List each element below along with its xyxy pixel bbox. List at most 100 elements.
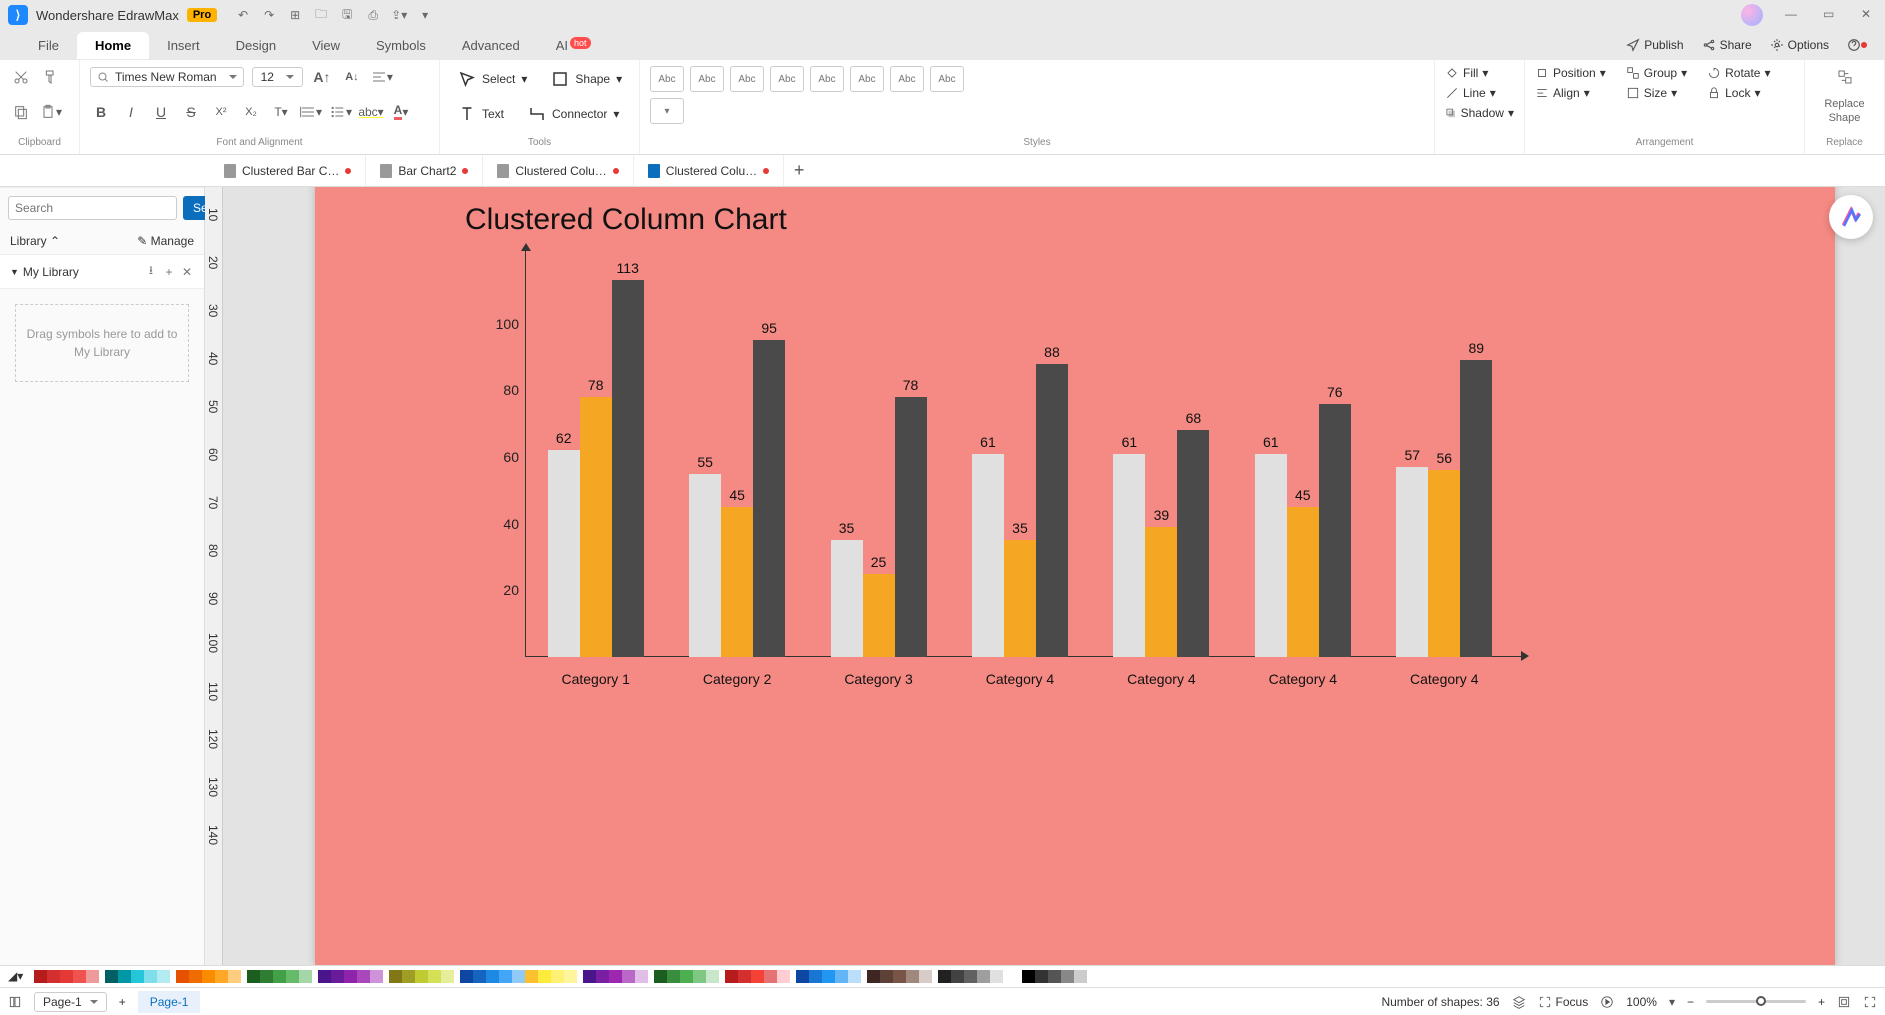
qat-more-icon[interactable]: ▾ [417,7,433,23]
color-swatch[interactable] [835,970,848,983]
line-button[interactable]: Line▾ [1445,86,1514,100]
bar[interactable]: 61 [1255,454,1287,657]
save-icon[interactable]: 🖫 [339,7,355,23]
pages-panel-icon[interactable] [8,995,22,1009]
color-swatch[interactable] [215,970,228,983]
color-swatch[interactable] [906,970,919,983]
zoom-out-icon[interactable]: − [1687,995,1694,1009]
open-icon[interactable]: 🗀 [313,7,329,23]
bar[interactable]: 25 [863,574,895,657]
bar[interactable]: 62 [548,450,580,657]
export-icon[interactable]: ⇪▾ [391,7,407,23]
color-swatch[interactable] [344,970,357,983]
font-size-select[interactable]: 12 [252,67,303,87]
bar[interactable]: 61 [1113,454,1145,657]
bar[interactable]: 95 [753,340,785,657]
color-swatch[interactable] [118,970,131,983]
color-swatch[interactable] [1061,970,1074,983]
mylib-add-icon[interactable]: + [162,265,176,279]
color-swatch[interactable] [189,970,202,983]
color-swatch[interactable] [286,970,299,983]
line-spacing-icon[interactable]: ▾ [300,101,322,123]
styles-gallery[interactable]: AbcAbcAbcAbcAbcAbcAbcAbc▾ [650,66,980,124]
style-preset[interactable]: Abc [730,66,764,92]
italic-icon[interactable]: I [120,101,142,123]
color-swatch[interactable] [247,970,260,983]
color-swatch[interactable] [706,970,719,983]
bar[interactable]: 88 [1036,364,1068,657]
color-swatch[interactable] [415,970,428,983]
color-swatch[interactable] [751,970,764,983]
align-button[interactable]: Align▾ [1535,86,1606,100]
symbol-search-input[interactable] [8,196,177,220]
font-color-icon[interactable]: A▾ [390,101,412,123]
replace-shape-label[interactable]: Replace Shape [1815,98,1874,124]
rotate-button[interactable]: Rotate▾ [1707,66,1770,80]
position-button[interactable]: Position▾ [1535,66,1606,80]
bar[interactable]: 78 [580,397,612,657]
color-swatch[interactable] [938,970,951,983]
color-swatch[interactable] [441,970,454,983]
color-swatch[interactable] [622,970,635,983]
color-swatch[interactable] [951,970,964,983]
add-tab-button[interactable]: + [784,160,814,181]
color-swatch[interactable] [318,970,331,983]
color-swatch[interactable] [357,970,370,983]
new-icon[interactable]: ⊞ [287,7,303,23]
doc-tab[interactable]: Clustered Colu… [483,155,633,186]
bar[interactable]: 76 [1319,404,1351,657]
underline-icon[interactable]: U [150,101,172,123]
color-swatch[interactable] [1048,970,1061,983]
print-icon[interactable]: ⎙ [365,7,381,23]
bar[interactable]: 57 [1396,467,1428,657]
bold-icon[interactable]: B [90,101,112,123]
color-swatch[interactable] [596,970,609,983]
color-swatch[interactable] [654,970,667,983]
bar[interactable]: 39 [1145,527,1177,657]
menu-tab-file[interactable]: File [20,32,77,59]
canvas-area[interactable]: -20-100102030405060708090100110120130140… [205,155,1885,965]
group-button[interactable]: Group▾ [1626,66,1687,80]
color-swatch[interactable] [738,970,751,983]
bar[interactable]: 89 [1460,360,1492,657]
manage-button[interactable]: ✎ Manage [137,234,194,248]
color-swatch[interactable] [796,970,809,983]
chart-page[interactable]: Clustered Column Chart 20406080100 62781… [315,173,1835,965]
bar[interactable]: 55 [689,474,721,657]
format-painter-icon[interactable] [40,66,62,88]
color-swatch[interactable] [273,970,286,983]
maximize-icon[interactable]: ▭ [1823,7,1839,23]
fullscreen-icon[interactable] [1863,995,1877,1009]
color-swatch[interactable] [1003,970,1016,983]
focus-button[interactable]: Focus [1538,995,1589,1009]
color-swatch[interactable] [428,970,441,983]
color-swatch[interactable] [47,970,60,983]
bar[interactable]: 113 [612,280,644,657]
mylib-import-icon[interactable]: ⭳ [144,261,158,282]
style-preset[interactable]: Abc [810,66,844,92]
color-swatch[interactable] [486,970,499,983]
color-swatch[interactable] [512,970,525,983]
eyedropper-icon[interactable]: ◢▾ [8,969,28,985]
shape-tool[interactable]: Shape▾ [543,66,630,92]
color-swatch[interactable] [725,970,738,983]
zoom-slider[interactable] [1706,1000,1806,1003]
decrease-font-icon[interactable]: A↓ [341,66,363,88]
replace-shape-icon[interactable] [1834,66,1856,88]
menu-tab-home[interactable]: Home [77,32,149,59]
publish-button[interactable]: Publish [1626,38,1683,52]
mylib-dropzone[interactable]: Drag symbols here to add to My Library [15,304,189,382]
select-tool[interactable]: Select▾ [450,66,535,92]
color-swatch[interactable] [1035,970,1048,983]
bar[interactable]: 78 [895,397,927,657]
redo-icon[interactable]: ↷ [261,7,277,23]
color-swatch[interactable] [1074,970,1087,983]
color-swatch[interactable] [1022,970,1035,983]
bar[interactable]: 68 [1177,430,1209,657]
color-swatch[interactable] [473,970,486,983]
increase-font-icon[interactable]: A↑ [311,66,333,88]
active-page-tab[interactable]: Page-1 [138,991,201,1013]
mylib-close-icon[interactable]: ✕ [180,265,194,279]
color-swatch[interactable] [880,970,893,983]
color-swatch[interactable] [86,970,99,983]
